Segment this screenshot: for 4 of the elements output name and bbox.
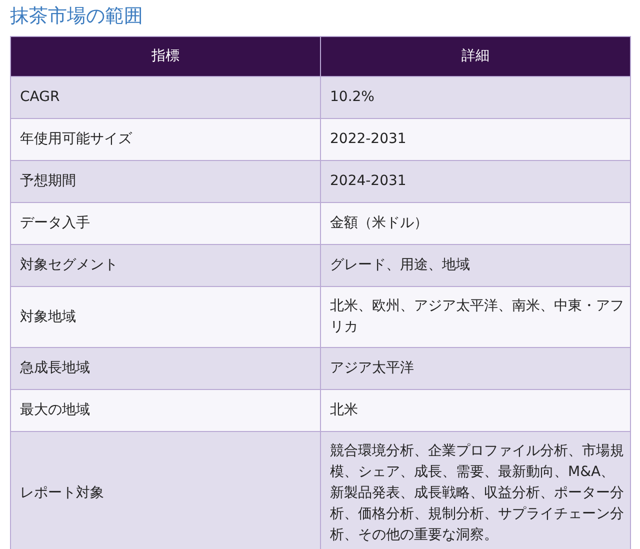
table-cell: レポート対象 xyxy=(10,432,320,549)
section-title: 抹茶市場の範囲 xyxy=(10,4,144,29)
column-header: 指標 xyxy=(10,36,320,76)
column-header: 詳細 xyxy=(320,36,630,76)
